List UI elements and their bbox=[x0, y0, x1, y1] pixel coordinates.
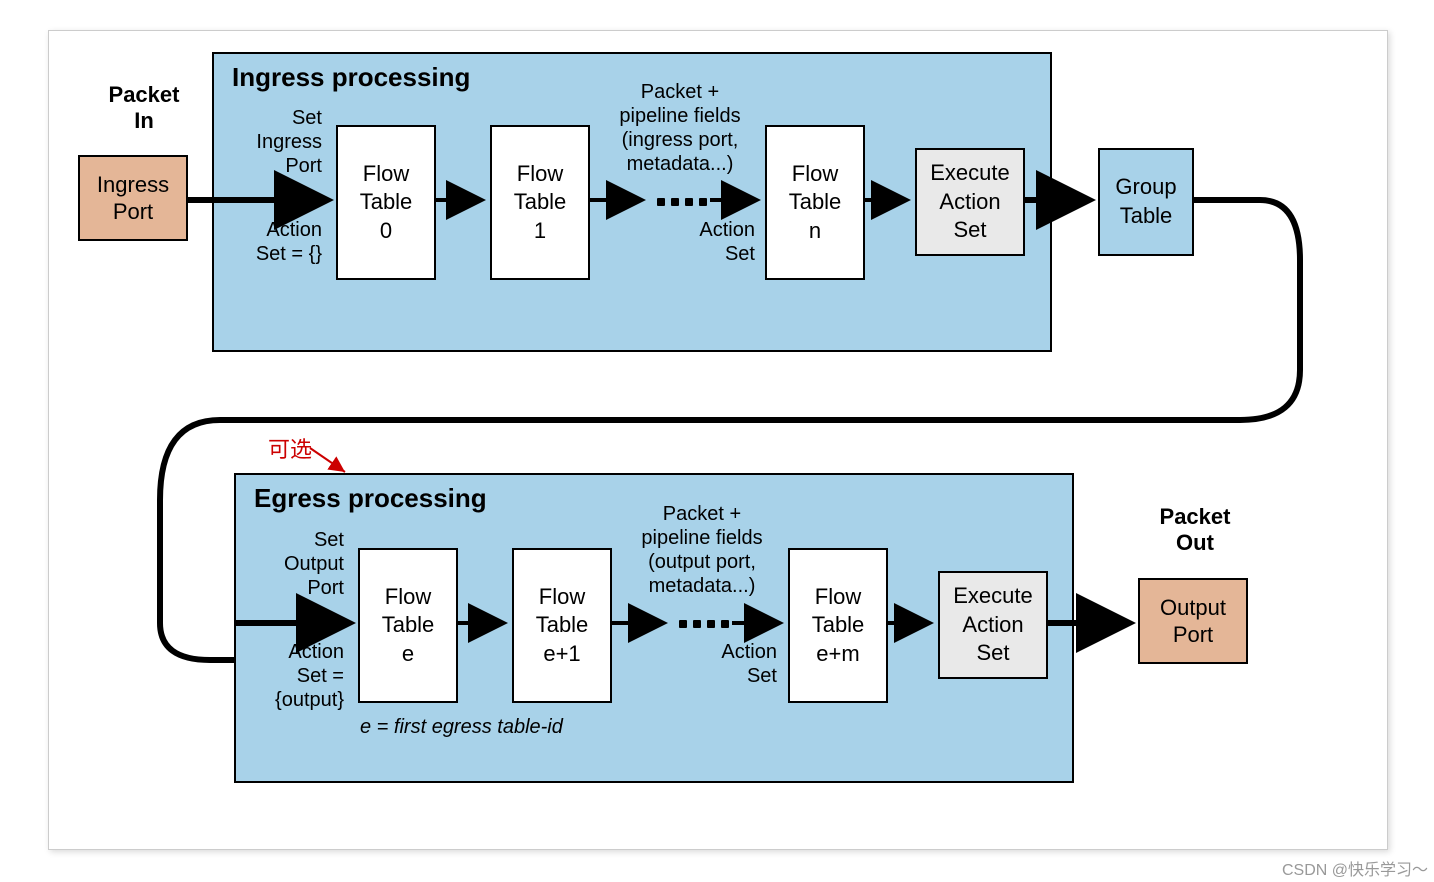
output-port-box: Output Port bbox=[1138, 578, 1248, 664]
anno-set-ingress-port: Set Ingress Port bbox=[222, 106, 322, 178]
anno-set-output-port: Set Output Port bbox=[244, 528, 344, 600]
exec-action-set-egress: Execute Action Set bbox=[938, 571, 1048, 679]
anno-packet-pipeline-egress: Packet + pipeline fields (output port, m… bbox=[622, 502, 782, 598]
flow-table-0: Flow Table 0 bbox=[336, 125, 436, 280]
flow-table-e1: Flow Table e+1 bbox=[512, 548, 612, 703]
ingress-port-box: Ingress Port bbox=[78, 155, 188, 241]
anno-action-set-output: Action Set = {output} bbox=[244, 640, 344, 712]
packet-out-label: Packet Out bbox=[1135, 504, 1255, 557]
ellipsis-egress bbox=[679, 620, 729, 628]
flow-table-e: Flow Table e bbox=[358, 548, 458, 703]
anno-packet-pipeline-ingress: Packet + pipeline fields (ingress port, … bbox=[600, 80, 760, 176]
egress-title: Egress processing bbox=[254, 483, 487, 514]
ellipsis-ingress bbox=[657, 198, 707, 206]
group-table-box: Group Table bbox=[1098, 148, 1194, 256]
flow-table-n: Flow Table n bbox=[765, 125, 865, 280]
flow-table-1: Flow Table 1 bbox=[490, 125, 590, 280]
anno-action-set-empty: Action Set = {} bbox=[222, 218, 322, 266]
footnote-e: e = first egress table-id bbox=[360, 716, 563, 739]
packet-in-label: Packet In bbox=[84, 82, 204, 135]
anno-action-set-ingress: Action Set bbox=[660, 218, 755, 266]
flow-table-em: Flow Table e+m bbox=[788, 548, 888, 703]
exec-action-set-ingress: Execute Action Set bbox=[915, 148, 1025, 256]
optional-label: 可选 bbox=[268, 432, 312, 464]
watermark: CSDN @快乐学习～ bbox=[1282, 856, 1428, 880]
ingress-title: Ingress processing bbox=[232, 62, 470, 93]
anno-action-set-egress: Action Set bbox=[682, 640, 777, 688]
